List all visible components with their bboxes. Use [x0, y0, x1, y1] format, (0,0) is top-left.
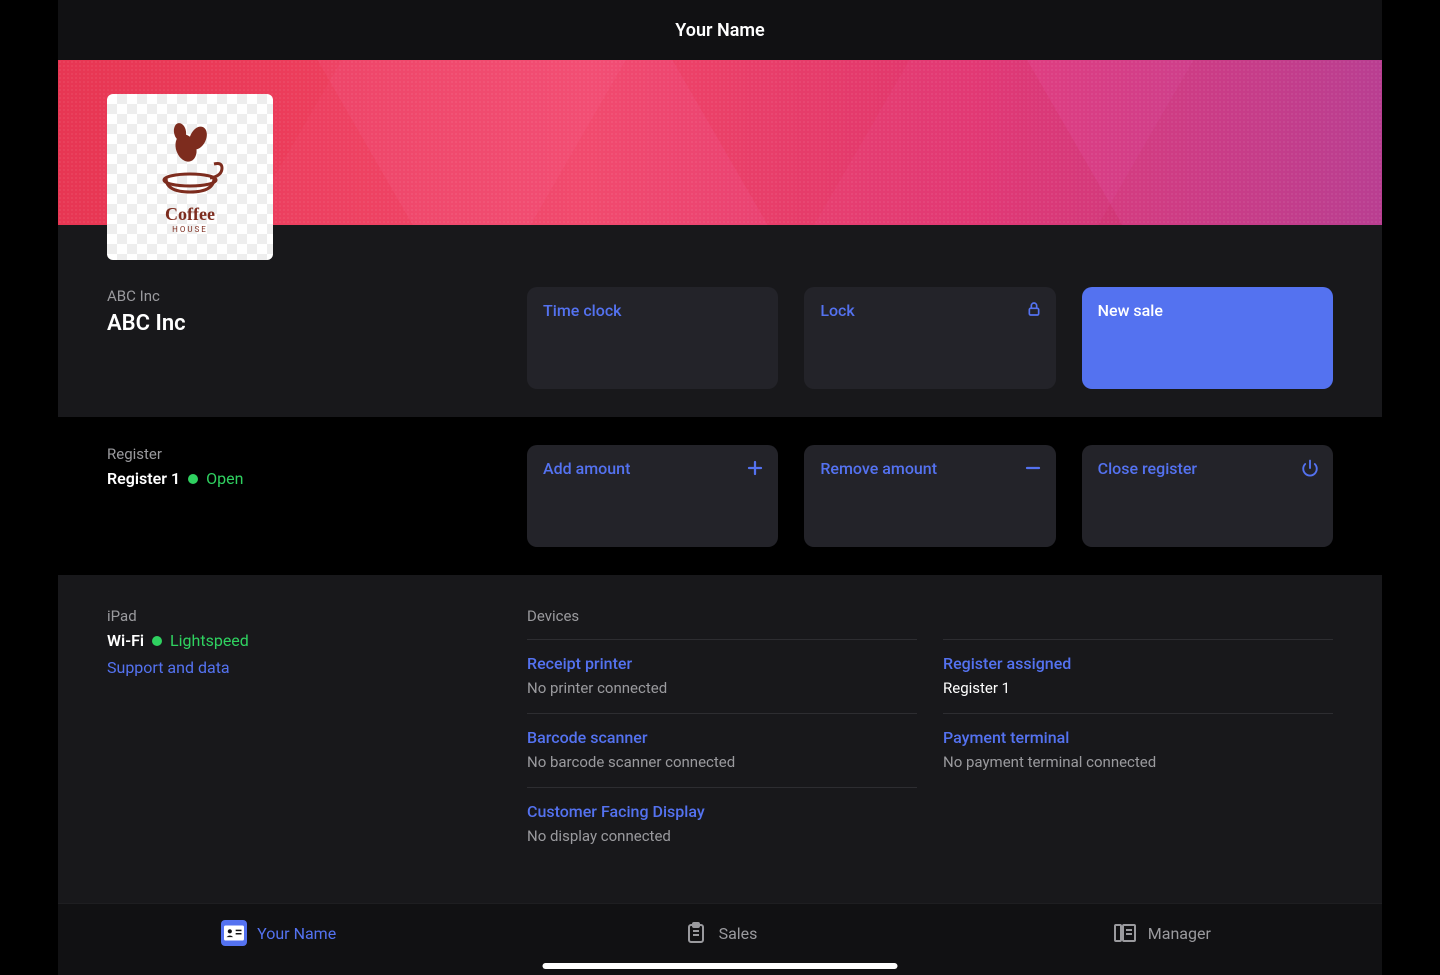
app-root: Your Name Coffee HOUSE ABC Inc ABC — [58, 0, 1382, 975]
plus-icon — [746, 459, 764, 477]
power-icon — [1301, 459, 1319, 477]
device-customer-display[interactable]: Customer Facing Display No display conne… — [527, 787, 917, 861]
nav-profile-label: Your Name — [257, 924, 336, 943]
register-name: Register 1 — [107, 469, 180, 488]
nav-manager-label: Manager — [1148, 924, 1211, 943]
minus-icon — [1024, 459, 1042, 477]
lock-label: Lock — [820, 301, 854, 320]
lock-icon — [1026, 301, 1042, 317]
close-register-button[interactable]: Close register — [1082, 445, 1333, 547]
wifi-name: Lightspeed — [170, 631, 249, 650]
device-register-assigned[interactable]: Register assigned Register 1 — [943, 639, 1333, 713]
register-status: Open — [206, 469, 243, 488]
add-amount-button[interactable]: Add amount — [527, 445, 778, 547]
time-clock-button[interactable]: Time clock — [527, 287, 778, 389]
status-dot-icon — [188, 474, 198, 484]
close-register-label: Close register — [1098, 459, 1197, 478]
bottom-nav: Your Name Sales — [58, 903, 1382, 975]
ipad-label: iPad — [107, 607, 527, 625]
nav-sales-label: Sales — [719, 924, 758, 943]
remove-amount-label: Remove amount — [820, 459, 937, 478]
company-subtitle: ABC Inc — [107, 287, 527, 305]
ipad-devices-row: iPad Wi-Fi Lightspeed Support and data D… — [58, 575, 1382, 891]
register-label: Register — [107, 445, 527, 463]
remove-amount-button[interactable]: Remove amount — [804, 445, 1055, 547]
lock-button[interactable]: Lock — [804, 287, 1055, 389]
nav-profile[interactable]: Your Name — [58, 904, 499, 962]
company-name: ABC Inc — [107, 311, 527, 336]
add-amount-label: Add amount — [543, 459, 630, 478]
manager-icon — [1112, 920, 1138, 946]
company-logo: Coffee HOUSE — [107, 94, 273, 260]
new-sale-label: New sale — [1098, 301, 1163, 320]
clipboard-icon — [683, 920, 709, 946]
device-receipt-printer[interactable]: Receipt printer No printer connected — [527, 639, 917, 713]
device-barcode-scanner[interactable]: Barcode scanner No barcode scanner conne… — [527, 713, 917, 787]
coffee-icon — [150, 120, 230, 200]
device-payment-terminal[interactable]: Payment terminal No payment terminal con… — [943, 713, 1333, 787]
devices-header: Devices — [527, 607, 1333, 625]
nav-manager[interactable]: Manager — [941, 904, 1382, 962]
wifi-status-dot-icon — [152, 636, 162, 646]
wifi-label: Wi-Fi — [107, 631, 144, 650]
nav-sales[interactable]: Sales — [499, 904, 940, 962]
home-indicator[interactable] — [543, 963, 898, 969]
profile-card-icon — [221, 920, 247, 946]
register-row: Register Register 1 Open Add amount — [58, 417, 1382, 575]
time-clock-label: Time clock — [543, 301, 622, 320]
new-sale-button[interactable]: New sale — [1082, 287, 1333, 389]
top-bar: Your Name — [58, 0, 1382, 60]
page-title: Your Name — [675, 20, 764, 41]
support-data-link[interactable]: Support and data — [107, 658, 230, 677]
